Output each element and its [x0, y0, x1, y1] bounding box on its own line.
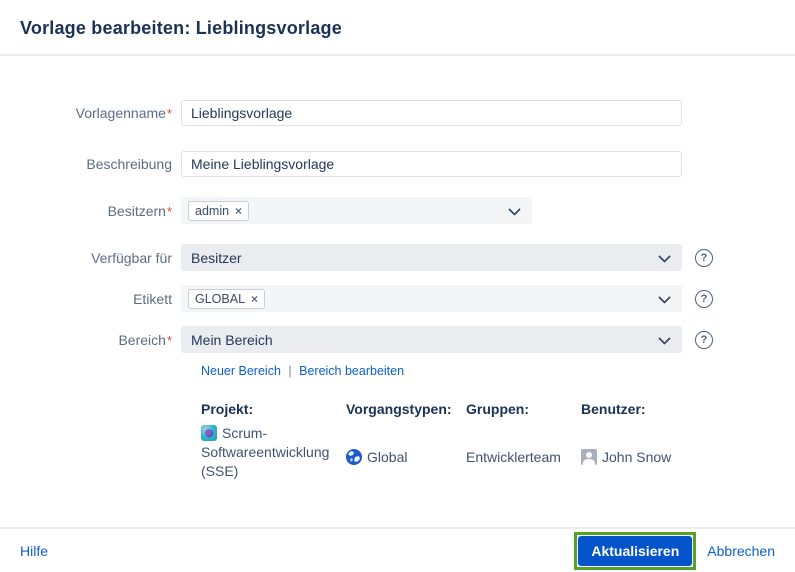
- beschreibung-label: Beschreibung: [86, 156, 172, 172]
- etikett-multiselect[interactable]: GLOBAL ×: [181, 285, 682, 312]
- projekt-value-wrap: Scrum-Softwareentwicklung (SSE): [201, 424, 346, 481]
- dialog-header: Vorlage bearbeiten: Lieblingsvorlage: [0, 0, 795, 56]
- vorgangstypen-value: Global: [367, 449, 408, 465]
- besitzern-multiselect[interactable]: admin ×: [181, 197, 532, 224]
- chevron-down-icon: [658, 291, 671, 304]
- bereich-label: Bereich*: [118, 331, 172, 348]
- bereich-select[interactable]: Mein Bereich: [181, 326, 682, 353]
- projekt-header: Projekt:: [201, 401, 254, 417]
- help-icon[interactable]: ?: [695, 330, 713, 349]
- tag-label: admin: [195, 203, 230, 218]
- footer-actions: Aktualisieren Abbrechen: [574, 531, 775, 570]
- tag-label: GLOBAL: [195, 291, 246, 306]
- annotation-highlight-box: Aktualisieren: [574, 531, 697, 570]
- etikett-tag-global: GLOBAL ×: [188, 288, 266, 309]
- aktualisieren-button[interactable]: Aktualisieren: [578, 535, 693, 566]
- benutzer-value: John Snow: [602, 449, 672, 465]
- row-bereich: Bereich* Mein Bereich ?: [20, 326, 795, 353]
- help-icon[interactable]: ?: [695, 289, 713, 308]
- globe-icon: [346, 449, 362, 465]
- vorlagenname-label: Vorlagenname*: [75, 105, 172, 121]
- verfuegbar-fuer-select[interactable]: Besitzer: [181, 244, 682, 271]
- etikett-label: Etikett: [133, 290, 172, 307]
- dialog-footer: Hilfe Aktualisieren Abbrechen: [0, 527, 795, 572]
- dialog-title: Vorlage bearbeiten: Lieblingsvorlage: [20, 18, 342, 38]
- neuer-bereich-link[interactable]: Neuer Bereich: [201, 364, 281, 378]
- template-scope-info: Projekt: Scrum-Softwareentwicklung (SSE)…: [201, 401, 795, 481]
- gruppen-value: Entwicklerteam: [466, 449, 561, 465]
- template-form: Vorlagenname* Beschreibung Besitzern* ad…: [0, 56, 795, 481]
- besitzern-label: Besitzern*: [107, 202, 172, 219]
- chevron-down-icon: [658, 250, 671, 263]
- vorgangstypen-value-wrap: Global: [346, 448, 466, 467]
- remove-icon[interactable]: ×: [251, 291, 258, 307]
- bereich-links: Neuer Bereich | Bereich bearbeiten: [201, 364, 795, 378]
- row-besitzern: Besitzern* admin ×: [20, 197, 795, 224]
- verfuegbar-fuer-label: Verfügbar für: [91, 249, 172, 266]
- projekt-value: Scrum-Softwareentwicklung (SSE): [201, 425, 330, 479]
- row-etikett: Etikett GLOBAL × ?: [20, 285, 795, 312]
- gruppen-column: Gruppen: Entwicklerteam: [466, 401, 581, 481]
- vorlagenname-input[interactable]: [181, 100, 682, 126]
- abbrechen-link[interactable]: Abbrechen: [707, 543, 775, 559]
- required-marker: *: [166, 106, 172, 121]
- besitzern-tag-admin: admin ×: [188, 200, 250, 221]
- chevron-down-icon: [658, 332, 671, 345]
- edit-template-dialog: Vorlage bearbeiten: Lieblingsvorlage Vor…: [0, 0, 795, 572]
- help-icon[interactable]: ?: [695, 248, 713, 267]
- projekt-column: Projekt: Scrum-Softwareentwicklung (SSE): [201, 401, 346, 481]
- benutzer-value-wrap: John Snow: [581, 448, 671, 467]
- remove-icon[interactable]: ×: [235, 203, 242, 219]
- gruppen-header: Gruppen:: [466, 401, 529, 417]
- required-marker: *: [166, 332, 172, 348]
- row-verfuegbar-fuer: Verfügbar für Besitzer ?: [20, 244, 795, 271]
- verfuegbar-fuer-value: Besitzer: [191, 249, 242, 266]
- benutzer-column: Benutzer: John Snow: [581, 401, 671, 481]
- benutzer-header: Benutzer:: [581, 401, 646, 417]
- link-separator: |: [288, 364, 292, 378]
- vorgangstypen-column: Vorgangstypen: Global: [346, 401, 466, 481]
- row-vorlagenname: Vorlagenname*: [20, 100, 795, 126]
- vorgangstypen-header: Vorgangstypen:: [346, 401, 452, 417]
- row-beschreibung: Beschreibung: [20, 151, 795, 177]
- chevron-down-icon: [508, 203, 521, 216]
- hilfe-link[interactable]: Hilfe: [20, 543, 48, 559]
- beschreibung-input[interactable]: [181, 151, 682, 177]
- bereich-bearbeiten-link[interactable]: Bereich bearbeiten: [299, 364, 404, 378]
- user-avatar-icon: [581, 449, 597, 465]
- bereich-value: Mein Bereich: [191, 331, 273, 348]
- project-avatar-icon: [201, 425, 217, 441]
- required-marker: *: [166, 203, 172, 219]
